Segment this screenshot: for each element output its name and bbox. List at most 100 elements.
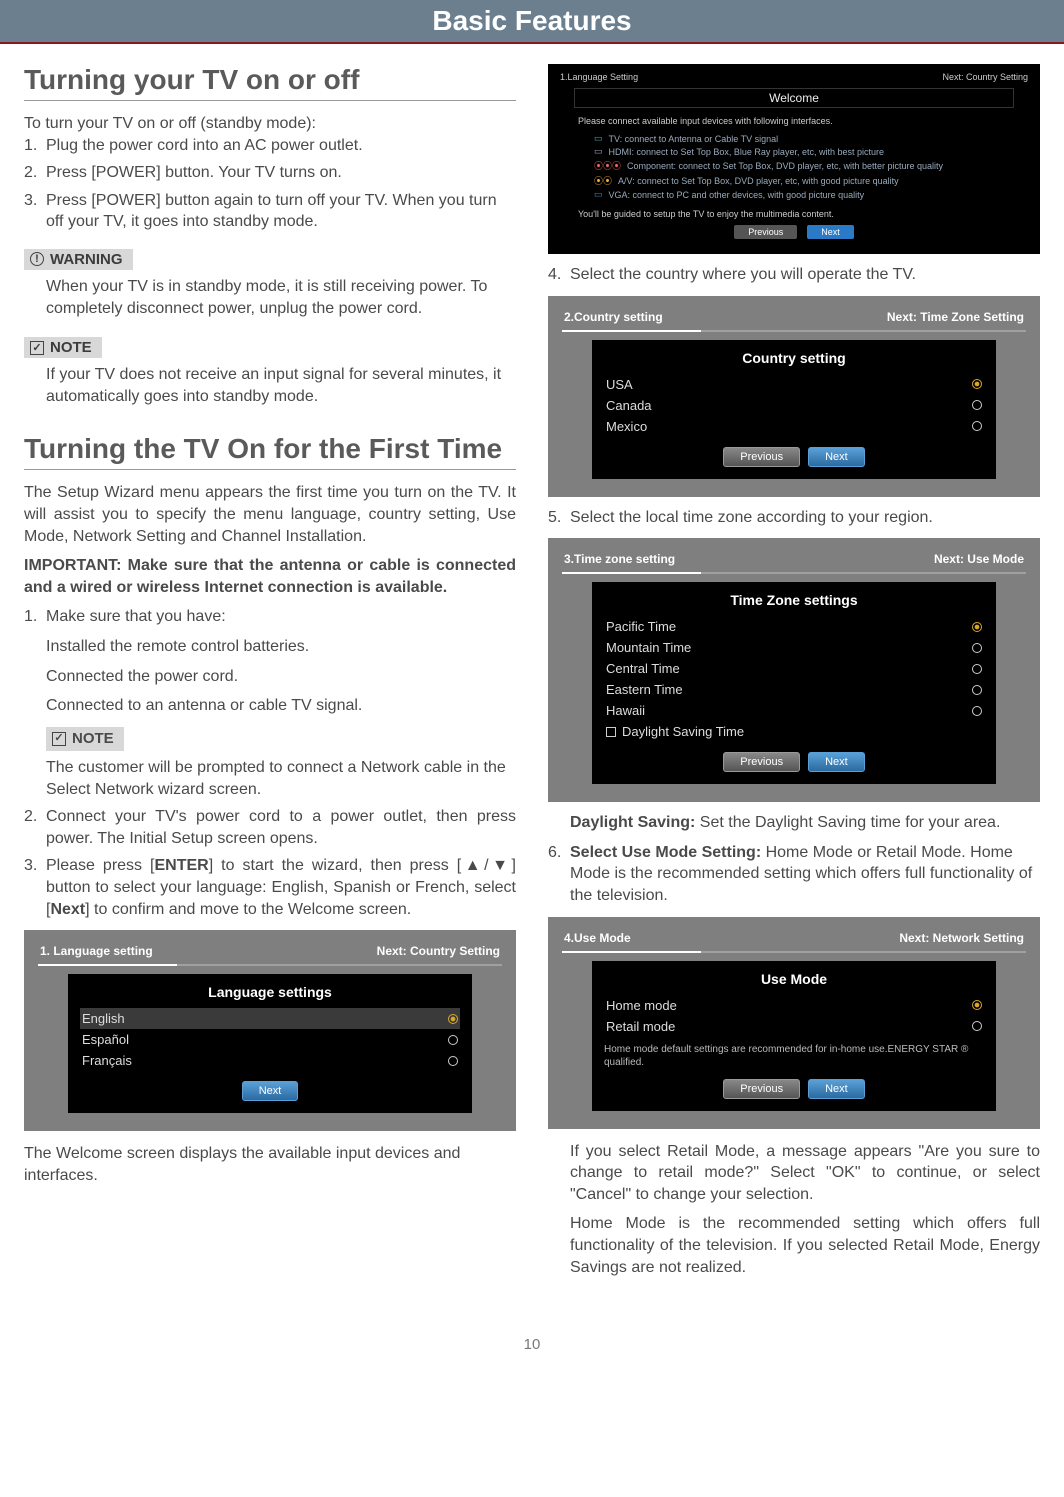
language-option-francais[interactable]: Français — [80, 1050, 460, 1071]
option-label: Central Time — [606, 661, 680, 676]
radio-icon — [448, 1035, 458, 1045]
language-option-espanol[interactable]: Español — [80, 1029, 460, 1050]
tv-icon: ▭ — [594, 133, 603, 144]
note-text: If your TV does not receive an input sig… — [24, 364, 516, 407]
wizard-next-label: Next: Country Setting — [377, 944, 500, 958]
next-button[interactable]: Next — [242, 1081, 299, 1101]
radio-icon — [972, 1021, 982, 1031]
wizard-progress-bar — [38, 964, 502, 966]
language-option-english[interactable]: English — [80, 1008, 460, 1029]
tz-option-pacific[interactable]: Pacific Time — [604, 616, 984, 637]
mode-subtext: Home mode default settings are recommend… — [604, 1043, 984, 1069]
first-time-steps: 1. Make sure that you have: Installed th… — [24, 606, 516, 920]
hdmi-icon: ▭ — [594, 146, 603, 157]
radio-icon — [972, 379, 982, 389]
list-item: 2.Press [POWER] button. Your TV turns on… — [24, 162, 516, 184]
previous-button[interactable]: Previous — [734, 225, 797, 239]
wizard-next-label: Next: Use Mode — [934, 552, 1024, 566]
ws-step-label: 1.Language Setting — [560, 72, 638, 82]
step-text: Make sure that you have: — [46, 608, 226, 625]
section-heading-turning-on-off: Turning your TV on or off — [24, 64, 516, 101]
tz-daylight-checkbox[interactable]: Daylight Saving Time — [604, 721, 984, 742]
country-option-mexico[interactable]: Mexico — [604, 416, 984, 437]
note-label: NOTE — [50, 339, 92, 356]
warning-label: WARNING — [50, 251, 123, 268]
next-button[interactable]: Next — [808, 447, 865, 467]
section-heading-first-time: Turning the TV On for the First Time — [24, 433, 516, 470]
welcome-screenshot: 1.Language Setting Next: Country Setting… — [548, 64, 1040, 254]
list-item: 1. Make sure that you have: Installed th… — [24, 606, 516, 800]
step-text: Press [POWER] button. Your TV turns on. — [46, 162, 342, 184]
radio-icon — [972, 421, 982, 431]
checkbox-icon — [606, 727, 616, 737]
wizard-progress-bar — [562, 330, 1026, 332]
option-label: Retail mode — [606, 1019, 675, 1034]
list-item: 4.Select the country where you will oper… — [548, 264, 1040, 286]
tz-option-eastern[interactable]: Eastern Time — [604, 679, 984, 700]
tz-option-central[interactable]: Central Time — [604, 658, 984, 679]
retail-mode-text: If you select Retail Mode, a message app… — [548, 1141, 1040, 1206]
note-tag: ✓ NOTE — [24, 337, 102, 358]
wizard-progress-bar — [562, 572, 1026, 574]
important-note: IMPORTANT: Make sure that the antenna or… — [24, 555, 516, 598]
step-text: Select the local time zone according to … — [570, 507, 933, 529]
list-item: 3. Please press [ENTER] to start the wiz… — [24, 855, 516, 920]
next-button[interactable]: Next — [808, 752, 865, 772]
previous-button[interactable]: Previous — [723, 1079, 800, 1099]
option-label: English — [82, 1011, 125, 1026]
wizard-inner-box: Time Zone settings Pacific Time Mountain… — [592, 582, 996, 784]
page-header-band: Basic Features — [0, 0, 1064, 44]
page-body: Turning your TV on or off To turn your T… — [0, 44, 1064, 1326]
list-item: 1.Plug the power cord into an AC power o… — [24, 135, 516, 157]
mode-option-retail[interactable]: Retail mode — [604, 1016, 984, 1037]
note-text: The customer will be prompted to connect… — [46, 757, 516, 800]
step-text: Press [POWER] button again to turn off y… — [46, 190, 516, 233]
wizard-inner-box: Country setting USA Canada Mexico Previo… — [592, 340, 996, 479]
right-steps-5: 5.Select the local time zone according t… — [548, 507, 1040, 529]
country-option-usa[interactable]: USA — [604, 374, 984, 395]
step-number: 1. — [24, 135, 46, 157]
av-icon: ⦿⦿ — [594, 174, 612, 187]
vga-icon: ▭ — [594, 189, 603, 200]
mode-option-home[interactable]: Home mode — [604, 995, 984, 1016]
step-number: 3. — [24, 855, 46, 920]
step-number: 4. — [548, 264, 570, 286]
list-item: 5.Select the local time zone according t… — [548, 507, 1040, 529]
wizard-progress-bar — [562, 951, 1026, 953]
wizard-language-panel: 1. Language setting Next: Country Settin… — [24, 930, 516, 1131]
step-text: Plug the power cord into an AC power out… — [46, 135, 363, 157]
radio-icon — [972, 664, 982, 674]
tz-option-mountain[interactable]: Mountain Time — [604, 637, 984, 658]
option-label: Pacific Time — [606, 619, 676, 634]
option-label: Eastern Time — [606, 682, 683, 697]
wizard-step-label: 2.Country setting — [564, 310, 663, 324]
option-label: Mexico — [606, 419, 647, 434]
first-time-intro: The Setup Wizard menu appears the first … — [24, 482, 516, 547]
step-text: Connect your TV's power cord to a power … — [46, 806, 516, 849]
next-button[interactable]: Next — [807, 225, 854, 239]
right-steps: 4.Select the country where you will oper… — [548, 264, 1040, 286]
step-text: Select Use Mode Setting: Home Mode or Re… — [570, 842, 1040, 907]
country-option-canada[interactable]: Canada — [604, 395, 984, 416]
next-button[interactable]: Next — [808, 1079, 865, 1099]
option-label: USA — [606, 377, 633, 392]
after-language-text: The Welcome screen displays the availabl… — [24, 1143, 516, 1186]
right-steps-6: 6. Select Use Mode Setting: Home Mode or… — [548, 842, 1040, 907]
previous-button[interactable]: Previous — [723, 752, 800, 772]
option-label: Mountain Time — [606, 640, 691, 655]
radio-icon — [972, 1000, 982, 1010]
step-number: 3. — [24, 190, 46, 233]
wizard-title: Country setting — [604, 350, 984, 366]
wizard-inner-box: Language settings English Español França… — [68, 974, 472, 1113]
list-item: 3.Press [POWER] button again to turn off… — [24, 190, 516, 233]
left-column: Turning your TV on or off To turn your T… — [24, 64, 516, 1286]
step-text: Please press [ENTER] to start the wizard… — [46, 855, 516, 920]
wizard-title: Use Mode — [604, 971, 984, 987]
previous-button[interactable]: Previous — [723, 447, 800, 467]
radio-icon — [972, 643, 982, 653]
warning-tag: ! WARNING — [24, 249, 133, 270]
warning-text: When your TV is in standby mode, it is s… — [24, 276, 516, 319]
component-icon: ⦿⦿⦿ — [594, 159, 621, 172]
tz-option-hawaii[interactable]: Hawaii — [604, 700, 984, 721]
wizard-country-panel: 2.Country setting Next: Time Zone Settin… — [548, 296, 1040, 497]
